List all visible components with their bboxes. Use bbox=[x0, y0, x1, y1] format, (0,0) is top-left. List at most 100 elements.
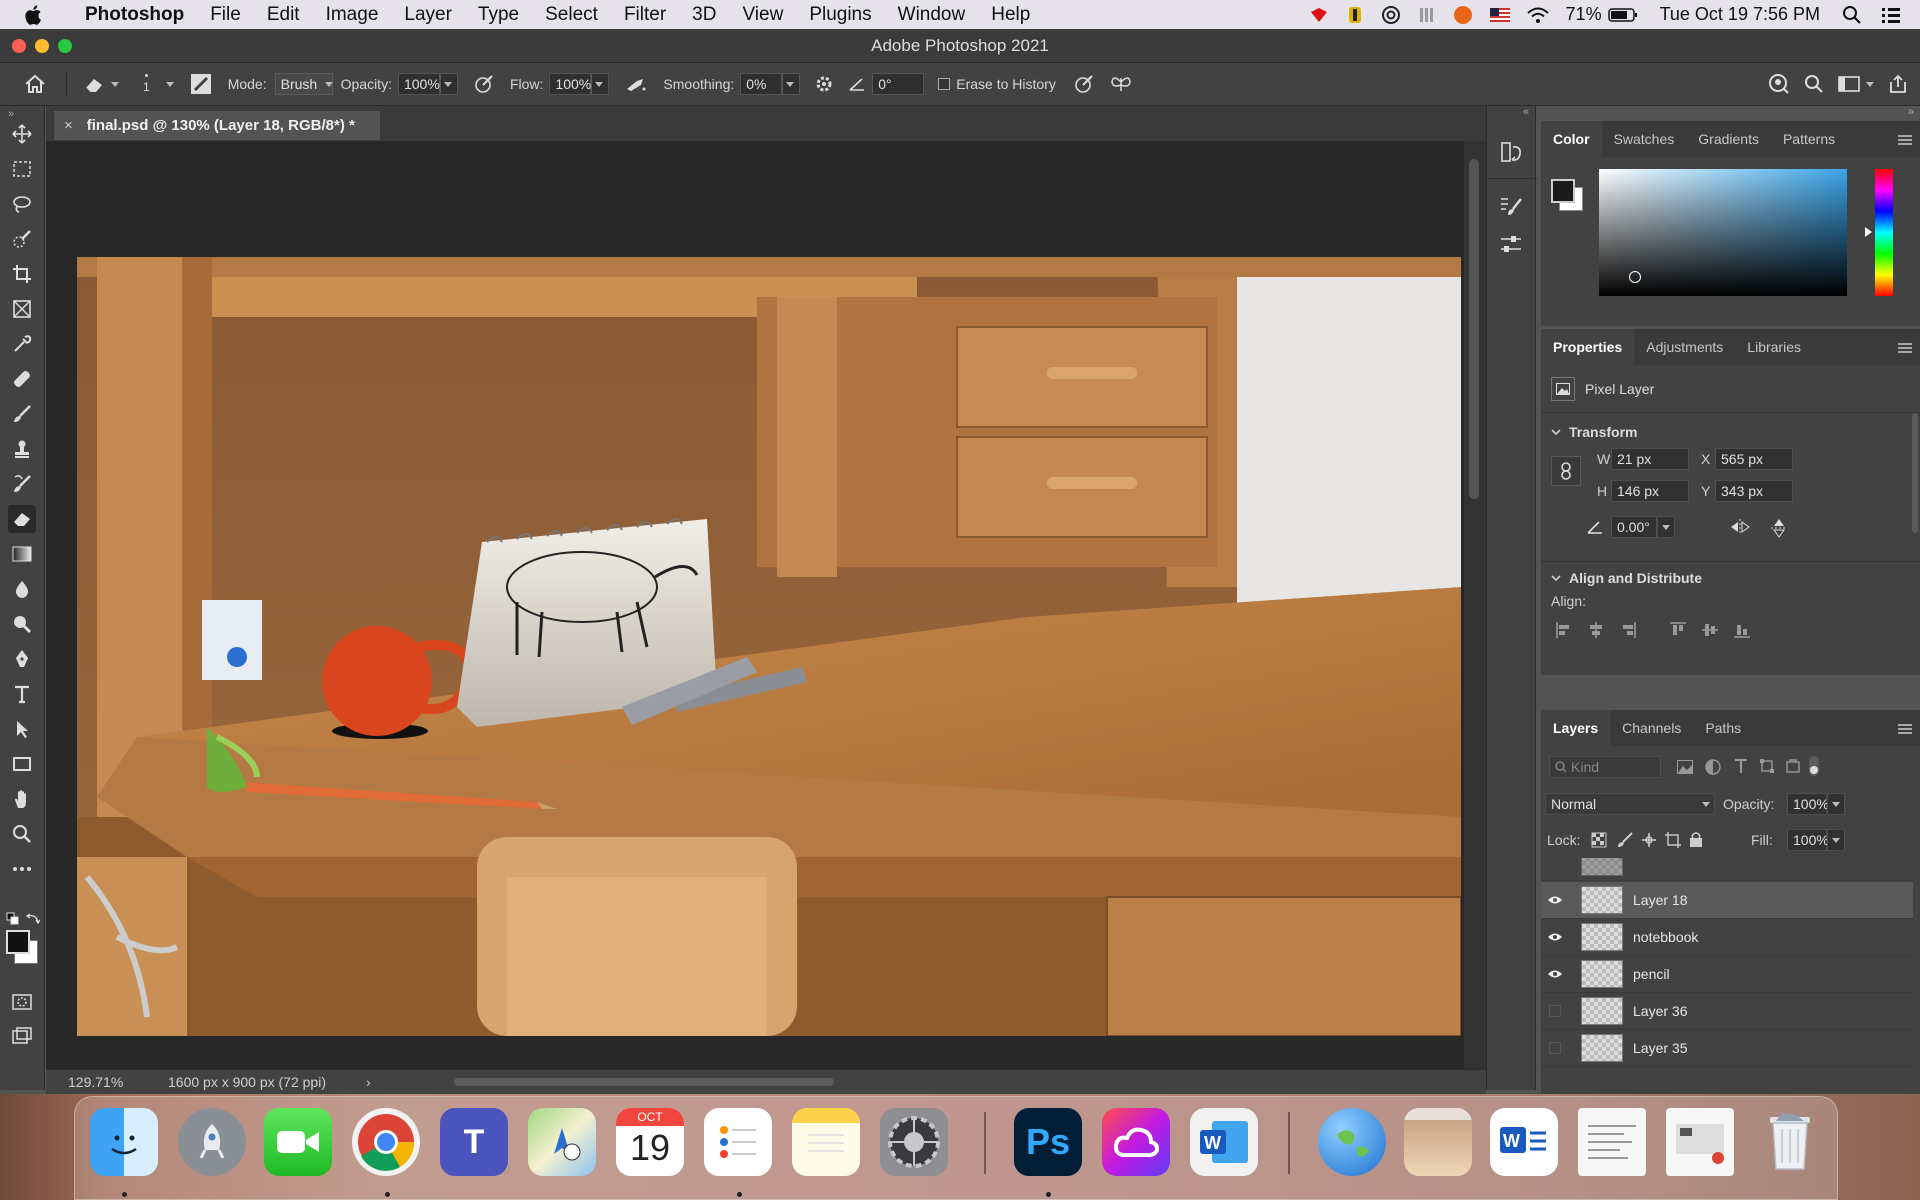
align-left-icon[interactable] bbox=[1555, 621, 1573, 639]
visibility-eye-icon[interactable] bbox=[1541, 932, 1569, 942]
minimize-window-button[interactable] bbox=[35, 39, 49, 53]
close-window-button[interactable] bbox=[12, 39, 26, 53]
dock-reminders-icon[interactable] bbox=[704, 1108, 772, 1176]
lasso-icon[interactable] bbox=[8, 190, 36, 218]
tab-swatches[interactable]: Swatches bbox=[1602, 121, 1687, 157]
pen-icon[interactable] bbox=[8, 645, 36, 673]
menu-image[interactable]: Image bbox=[313, 4, 392, 26]
dock-notes-icon[interactable] bbox=[792, 1108, 860, 1176]
properties-scrollbar[interactable] bbox=[1912, 413, 1918, 533]
hue-slider-handle[interactable] bbox=[1865, 227, 1872, 237]
dock-network-globe-icon[interactable] bbox=[1318, 1108, 1386, 1176]
flow-dropdown[interactable] bbox=[591, 73, 610, 95]
align-section-header[interactable]: Align and Distribute bbox=[1551, 570, 1702, 586]
color-foreground-swatch[interactable] bbox=[1551, 179, 1575, 203]
align-top-icon[interactable] bbox=[1669, 621, 1687, 639]
dock-finder-icon[interactable] bbox=[90, 1108, 158, 1176]
vertical-scrollbar[interactable] bbox=[1464, 141, 1486, 1069]
screen-mode-icon[interactable] bbox=[8, 1022, 36, 1050]
x-input[interactable]: 565 px bbox=[1715, 448, 1793, 470]
layer-row-notebbook[interactable]: notebbook bbox=[1541, 919, 1913, 956]
visibility-toggle-off[interactable] bbox=[1541, 1005, 1569, 1017]
close-tab-icon[interactable]: × bbox=[64, 117, 73, 134]
layer-row-layer-18[interactable]: Layer 18 bbox=[1541, 882, 1913, 919]
dodge-icon[interactable] bbox=[8, 610, 36, 638]
brush-settings-icon[interactable] bbox=[190, 73, 212, 95]
type-icon[interactable] bbox=[8, 680, 36, 708]
vertical-scroll-thumb[interactable] bbox=[1469, 159, 1479, 499]
rotation-dropdown[interactable] bbox=[1657, 516, 1675, 538]
dock-trash-icon[interactable] bbox=[1756, 1108, 1824, 1176]
dock-preview-folder-icon[interactable] bbox=[1404, 1108, 1472, 1176]
panel-menu-icon[interactable] bbox=[1898, 343, 1912, 353]
filter-shape-icon[interactable] bbox=[1759, 758, 1775, 774]
healing-icon[interactable] bbox=[8, 365, 36, 393]
home-icon[interactable] bbox=[24, 74, 46, 94]
firefox-status-icon[interactable] bbox=[1452, 4, 1474, 26]
smoothing-dropdown[interactable] bbox=[782, 73, 801, 95]
width-input[interactable]: 21 px bbox=[1611, 448, 1689, 470]
menu-help[interactable]: Help bbox=[978, 4, 1043, 26]
dock-photoshop-icon[interactable]: Ps bbox=[1014, 1108, 1082, 1176]
document-tab[interactable]: × final.psd @ 130% (Layer 18, RGB/8*) * bbox=[54, 111, 380, 140]
horizontal-scroll-thumb[interactable] bbox=[454, 1078, 834, 1086]
move-icon[interactable] bbox=[8, 120, 36, 148]
eyedropper-icon[interactable] bbox=[8, 330, 36, 358]
stamp-icon[interactable] bbox=[8, 435, 36, 463]
default-colors-icon[interactable] bbox=[6, 912, 20, 926]
transform-section-header[interactable]: Transform bbox=[1551, 424, 1637, 440]
spotlight-icon[interactable] bbox=[1842, 5, 1862, 25]
share-icon[interactable] bbox=[1888, 74, 1908, 94]
dock-teams-icon[interactable]: T bbox=[440, 1108, 508, 1176]
clock[interactable]: Tue Oct 19 7:56 PM bbox=[1660, 4, 1820, 25]
visibility-eye-icon[interactable] bbox=[1541, 969, 1569, 979]
dock-document-thumbnail-icon[interactable] bbox=[1578, 1108, 1646, 1176]
menu-type[interactable]: Type bbox=[465, 4, 532, 26]
layer-row-partial[interactable] bbox=[1541, 858, 1913, 881]
layer-kind-filter[interactable]: Kind bbox=[1549, 756, 1661, 778]
battery-icon[interactable] bbox=[1607, 7, 1638, 22]
tab-paths[interactable]: Paths bbox=[1693, 710, 1753, 746]
foreground-color-swatch[interactable] bbox=[6, 930, 30, 954]
menu-plugins[interactable]: Plugins bbox=[796, 4, 884, 26]
history-brush-icon[interactable] bbox=[8, 470, 36, 498]
tab-channels[interactable]: Channels bbox=[1610, 710, 1693, 746]
dock-facetime-icon[interactable] bbox=[264, 1108, 332, 1176]
tab-properties[interactable]: Properties bbox=[1541, 329, 1635, 365]
collapse-toolbar-icon[interactable]: » bbox=[8, 108, 14, 120]
tab-patterns[interactable]: Patterns bbox=[1771, 121, 1847, 157]
filter-adjustment-icon[interactable] bbox=[1705, 759, 1721, 775]
brush-presets-icon[interactable] bbox=[1499, 196, 1523, 218]
color-picker-cursor[interactable] bbox=[1629, 271, 1641, 283]
apple-menu-icon[interactable] bbox=[24, 4, 50, 26]
layer-opacity-dropdown[interactable] bbox=[1827, 793, 1845, 815]
marquee-icon[interactable] bbox=[8, 155, 36, 183]
layer-name[interactable]: Layer 18 bbox=[1633, 892, 1687, 908]
brush-settings-panel-icon[interactable] bbox=[1499, 234, 1523, 256]
layer-name[interactable]: Layer 35 bbox=[1633, 1040, 1687, 1056]
zoom-window-button[interactable] bbox=[58, 39, 72, 53]
us-flag-icon[interactable] bbox=[1489, 7, 1510, 22]
height-input[interactable]: 146 px bbox=[1611, 480, 1689, 502]
dock-word-icon[interactable]: W bbox=[1190, 1108, 1258, 1176]
flow-input[interactable]: 100% bbox=[549, 73, 592, 95]
filter-smart-object-icon[interactable] bbox=[1785, 758, 1801, 774]
history-panel-icon[interactable] bbox=[1499, 140, 1523, 164]
menu-3d[interactable]: 3D bbox=[679, 4, 729, 26]
smoothing-input[interactable]: 0% bbox=[740, 73, 783, 95]
eraser-preset-icon[interactable] bbox=[83, 75, 119, 93]
creative-cloud-status-icon[interactable] bbox=[1308, 6, 1330, 24]
smoothing-options-gear-icon[interactable] bbox=[814, 74, 834, 94]
tab-adjustments[interactable]: Adjustments bbox=[1634, 329, 1735, 365]
pressure-size-icon[interactable] bbox=[1074, 74, 1094, 94]
menu-select[interactable]: Select bbox=[532, 4, 611, 26]
mode-select[interactable]: Brush bbox=[274, 73, 334, 95]
align-horizontal-center-icon[interactable] bbox=[1587, 621, 1605, 639]
color-field[interactable] bbox=[1599, 169, 1847, 296]
layer-opacity-input[interactable]: 100% bbox=[1787, 793, 1829, 815]
filter-type-icon[interactable] bbox=[1733, 758, 1749, 774]
menu-app-name[interactable]: Photoshop bbox=[72, 4, 197, 26]
panel-menu-icon[interactable] bbox=[1898, 724, 1912, 734]
pressure-opacity-icon[interactable] bbox=[474, 74, 494, 94]
collapse-panels-icon[interactable]: » bbox=[1908, 106, 1914, 118]
